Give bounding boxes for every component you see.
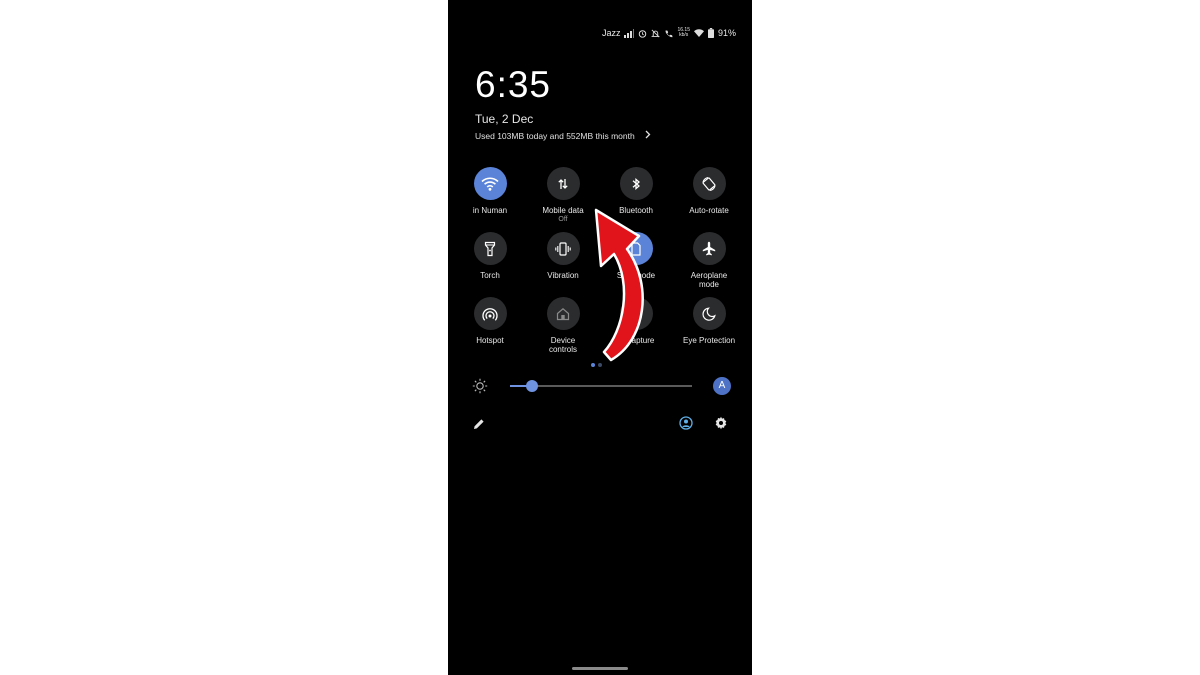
chevron-right-icon <box>645 130 651 141</box>
tile-label: Vibration <box>547 271 579 280</box>
settings-gear-icon[interactable] <box>714 416 728 435</box>
tile-label: in Numan <box>472 206 508 215</box>
tile-label: Si node <box>616 271 656 280</box>
tile-aeroplane-mode[interactable]: Aeroplane mode <box>671 232 747 289</box>
tile-label-line2: mode <box>698 280 719 289</box>
network-speed: 16.15 kb/s <box>677 27 690 38</box>
data-usage-link[interactable]: Used 103MB today and 552MB this month <box>475 130 651 141</box>
vibration-icon <box>546 232 580 265</box>
data-usage-text: Used 103MB today and 552MB this month <box>475 130 635 141</box>
signal-icon <box>624 28 635 38</box>
tile-label: Mobile data <box>542 206 584 215</box>
quick-settings-panel: Jazz 16.15 kb/s 91% 6:35 Tue, 2 Dec Used… <box>448 0 752 675</box>
hotspot-icon <box>473 297 507 330</box>
brightness-icon <box>472 378 488 399</box>
wifi-icon <box>473 167 507 200</box>
alarm-icon <box>638 29 647 38</box>
tile-hotspot[interactable]: Hotspot <box>452 297 528 345</box>
brightness-slider[interactable] <box>510 380 692 392</box>
tile-torch[interactable]: Torch <box>452 232 528 280</box>
page-dot <box>598 363 602 367</box>
tile-label: Bluetooth <box>619 206 653 215</box>
tile-mobile-data[interactable]: Mobile data Off <box>525 167 601 224</box>
user-account-icon[interactable] <box>679 416 693 435</box>
tile-device-controls[interactable]: Device controls <box>525 297 601 354</box>
page-indicator <box>591 363 602 367</box>
eye-protection-icon <box>692 297 726 330</box>
date-label: Tue, 2 Dec <box>475 112 534 126</box>
tile-label: Auto-rotate <box>689 206 729 215</box>
call-icon <box>664 29 674 38</box>
tile-auto-rotate[interactable]: Auto-rotate <box>671 167 747 215</box>
brightness-slider-thumb[interactable] <box>525 380 538 392</box>
battery-icon <box>707 28 714 38</box>
tile-vibration[interactable]: Vibration <box>525 232 601 280</box>
tile-capture[interactable]: apture <box>598 297 674 345</box>
battery-percent: 91% <box>717 28 736 38</box>
tile-label-line2: controls <box>548 345 577 354</box>
tile-label: Torch <box>480 271 500 280</box>
clock: 6:35 <box>475 64 552 105</box>
edit-pencil-icon[interactable] <box>473 417 485 435</box>
navigation-gesture-bar[interactable] <box>572 667 628 670</box>
tile-eye-protection[interactable]: Eye Protection <box>671 297 747 345</box>
mobile-data-icon <box>546 167 580 200</box>
bluetooth-icon <box>619 167 653 200</box>
auto-rotate-icon <box>692 167 726 200</box>
tile-label: Aeroplane <box>690 271 728 280</box>
tile-wifi[interactable]: in Numan <box>452 167 528 215</box>
device-controls-icon <box>546 297 580 330</box>
tile-label: Eye Protection <box>682 336 736 345</box>
auto-brightness-button[interactable]: A <box>713 377 731 395</box>
tile-sim-mode[interactable]: Si node <box>598 232 674 280</box>
capture-icon <box>619 297 653 330</box>
tile-sublabel: Off <box>558 216 568 223</box>
page-dot-active <box>591 363 595 367</box>
tile-label: Hotspot <box>476 336 504 345</box>
brightness-row: A <box>472 376 734 396</box>
carrier-name: Jazz <box>601 28 621 38</box>
torch-icon <box>473 232 507 265</box>
mute-notifications-icon <box>651 29 661 38</box>
tile-label: apture <box>631 336 655 345</box>
bottom-actions <box>472 416 734 432</box>
status-bar: Jazz 16.15 kb/s 91% <box>602 26 736 40</box>
wifi-status-icon <box>693 29 704 37</box>
sim-icon <box>619 232 653 265</box>
tile-bluetooth[interactable]: Bluetooth <box>598 167 674 215</box>
aeroplane-icon <box>692 232 726 265</box>
tile-label: Device <box>550 336 576 345</box>
